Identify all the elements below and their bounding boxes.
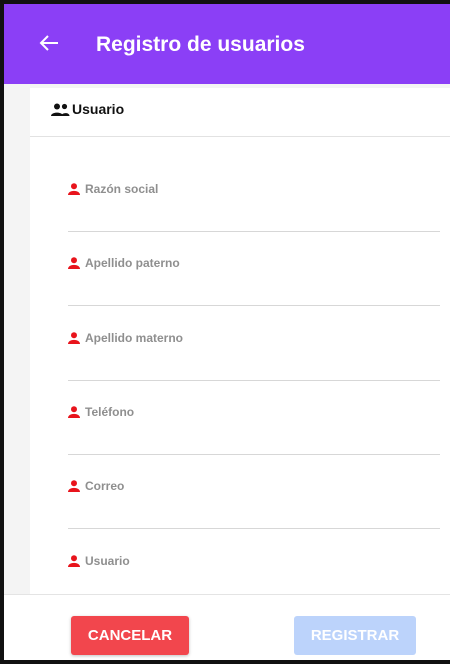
razon-social-field[interactable]: Razón social <box>68 157 440 232</box>
apellido-materno-field[interactable]: Apellido materno <box>68 306 440 381</box>
telefono-field[interactable]: Teléfono <box>68 380 440 455</box>
field-label: Usuario <box>85 554 130 568</box>
arrow-left-icon <box>39 35 58 51</box>
field-label: Apellido paterno <box>85 256 180 270</box>
section-header: Usuario <box>30 88 450 137</box>
cancel-button[interactable]: CANCELAR <box>71 616 189 655</box>
person-icon <box>68 555 80 567</box>
usuario-field[interactable]: Usuario <box>68 529 440 603</box>
user-form-card: Usuario Razón social Apellido paterno Ap… <box>30 88 450 594</box>
app-bar: Registro de usuarios <box>4 4 450 84</box>
field-label: Correo <box>85 479 125 493</box>
register-button[interactable]: REGISTRAR <box>294 616 416 655</box>
correo-field[interactable]: Correo <box>68 454 440 529</box>
person-icon <box>68 257 80 269</box>
person-icon <box>68 406 80 418</box>
person-icon <box>68 332 80 344</box>
field-label: Razón social <box>85 182 159 196</box>
field-label: Teléfono <box>85 405 135 419</box>
people-icon <box>51 103 70 116</box>
person-icon <box>68 480 80 492</box>
section-title: Usuario <box>72 101 125 117</box>
back-button[interactable] <box>38 32 60 54</box>
field-label: Apellido materno <box>85 331 184 345</box>
app-window: Registro de usuarios Usuario Razón socia… <box>0 0 450 664</box>
person-icon <box>68 183 80 195</box>
footer-actions: CANCELAR REGISTRAR <box>4 594 450 660</box>
apellido-paterno-field[interactable]: Apellido paterno <box>68 231 440 306</box>
page-title: Registro de usuarios <box>96 33 305 56</box>
